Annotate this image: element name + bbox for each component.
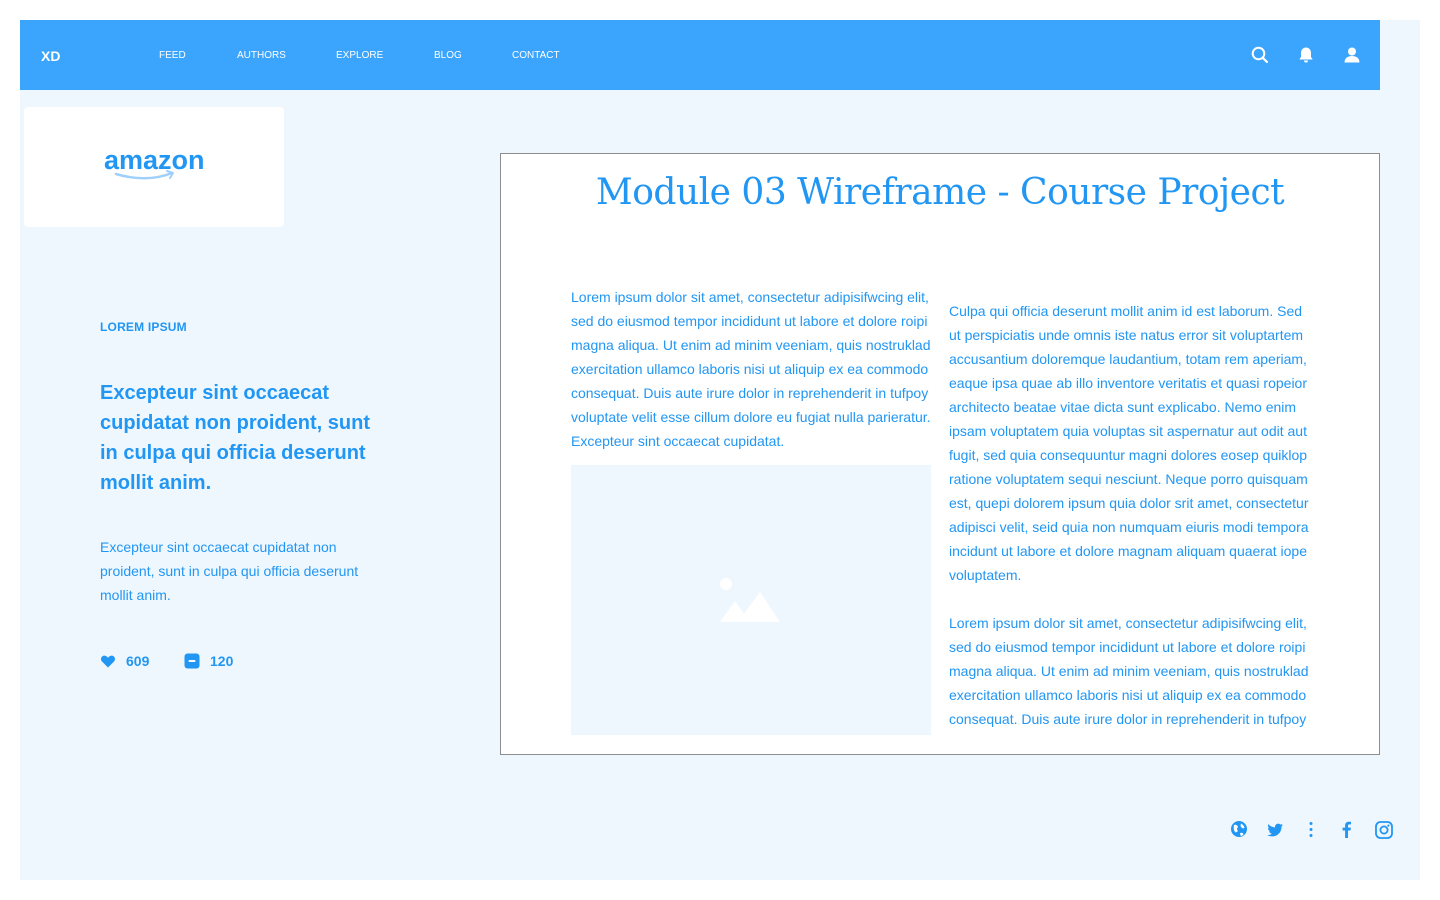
nav-link-feed[interactable]: FEED <box>159 50 186 61</box>
sidebar-headline: Excepteur sint occaecat cupidatat non pr… <box>100 382 370 494</box>
sidebar-summary: Excepteur sint occaecat cupidatat non pr… <box>100 539 359 603</box>
more-vertical-icon[interactable] <box>1301 820 1321 840</box>
nav-link-authors[interactable]: AUTHORS <box>237 50 286 61</box>
brand-card: amazon <box>24 107 284 227</box>
instagram-icon[interactable] <box>1374 820 1394 840</box>
article-title: Module 03 Wireframe - Course Project <box>595 172 1285 213</box>
article-card: Module 03 Wireframe - Course Project Lor… <box>500 153 1380 755</box>
article-column-2-paragraph-1: Culpa qui officia deserunt mollit anim i… <box>949 303 1309 583</box>
image-placeholder <box>571 465 931 735</box>
nav-link-explore[interactable]: EXPLORE <box>336 50 383 61</box>
search-icon[interactable] <box>1250 45 1270 65</box>
amazon-logo: amazon <box>104 145 205 180</box>
likes-count: 609 <box>126 653 150 669</box>
logo[interactable]: XD <box>41 48 60 64</box>
bell-icon[interactable] <box>1296 45 1316 65</box>
article-column-1-text: Lorem ipsum dolor sit amet, consectetur … <box>571 289 931 449</box>
nav-link-blog[interactable]: BLOG <box>434 50 462 61</box>
comments-stat[interactable]: 120 <box>184 652 233 670</box>
brand-name: amazon <box>104 145 205 175</box>
image-placeholder-icon <box>720 578 780 622</box>
nav-link-contact[interactable]: CONTACT <box>512 50 560 61</box>
user-icon[interactable] <box>1342 45 1362 65</box>
comments-count: 120 <box>210 653 234 669</box>
eyebrow-label: LOREM IPSUM <box>100 320 187 334</box>
likes-stat[interactable]: 609 <box>100 652 149 670</box>
heart-icon <box>101 655 115 668</box>
article-column-2-paragraph-2: Lorem ipsum dolor sit amet, consectetur … <box>949 615 1309 727</box>
facebook-icon[interactable] <box>1337 820 1357 840</box>
twitter-icon[interactable] <box>1265 820 1285 840</box>
comment-icon <box>184 653 200 669</box>
globe-icon[interactable] <box>1229 820 1249 840</box>
top-navbar: XD FEED AUTHORS EXPLORE BLOG CONTACT <box>20 20 1380 90</box>
